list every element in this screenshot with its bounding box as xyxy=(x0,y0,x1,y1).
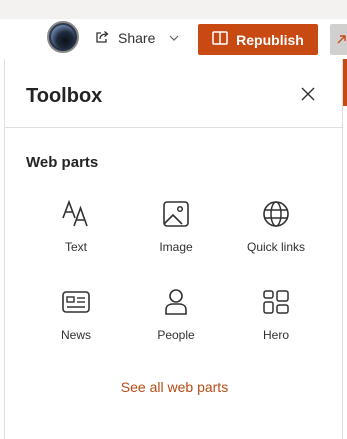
section-title: Web parts xyxy=(26,154,99,171)
web-part-quick-links[interactable]: Quick links xyxy=(231,198,321,264)
top-band xyxy=(0,0,347,19)
command-bar: Share Republish xyxy=(0,19,347,59)
text-icon xyxy=(60,198,92,230)
globe-icon xyxy=(260,198,292,230)
web-part-people[interactable]: People xyxy=(131,286,221,352)
chevron-down-icon[interactable] xyxy=(169,30,179,46)
web-part-label: Text xyxy=(64,240,87,254)
web-part-news[interactable]: News xyxy=(31,286,121,352)
divider xyxy=(5,127,342,128)
image-icon xyxy=(160,198,192,230)
close-icon[interactable] xyxy=(299,85,317,103)
republish-label: Republish xyxy=(236,31,304,48)
share-label: Share xyxy=(118,30,156,46)
web-part-text[interactable]: Text xyxy=(31,198,121,264)
avatar[interactable] xyxy=(47,21,79,53)
web-part-label: Hero xyxy=(262,328,289,342)
share-button[interactable]: Share xyxy=(94,25,179,51)
hero-grid-icon xyxy=(260,286,292,318)
see-all-web-parts-link[interactable]: See all web parts xyxy=(5,379,344,395)
web-part-hero[interactable]: Hero xyxy=(231,286,321,352)
web-part-label: People xyxy=(157,328,195,342)
share-icon xyxy=(94,29,110,48)
open-arrow-button[interactable] xyxy=(330,24,347,55)
toolbox-title: Toolbox xyxy=(26,85,103,107)
web-part-label: Quick links xyxy=(246,240,305,254)
republish-button[interactable]: Republish xyxy=(198,24,318,55)
news-icon xyxy=(60,286,92,318)
toolbox-panel: Toolbox Web parts Text Image Quick links… xyxy=(4,59,343,439)
book-icon xyxy=(212,31,228,48)
web-part-image[interactable]: Image xyxy=(131,198,221,264)
arrow-up-right-icon xyxy=(337,35,346,44)
web-part-label: Image xyxy=(159,240,193,254)
web-part-label: News xyxy=(60,328,91,342)
person-icon xyxy=(160,286,192,318)
accent-bar xyxy=(343,59,347,106)
